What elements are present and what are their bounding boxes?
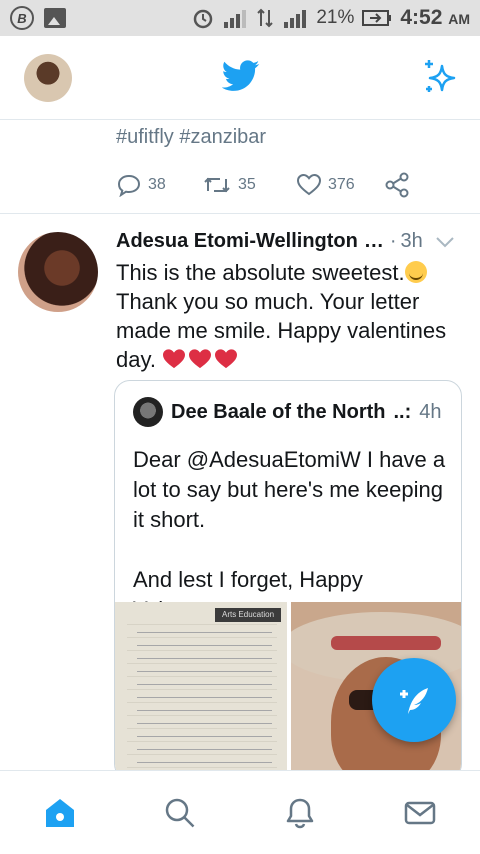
previous-tweet[interactable]: #ufitfly #zanzibar 38 35 376	[0, 120, 480, 214]
red-heart-emoji-icon	[215, 349, 238, 369]
tweet-actions: 38 35 376	[116, 172, 410, 198]
quoted-tweet-header: Dee Baale of the North ..: 4h	[133, 397, 442, 427]
signal-icon	[224, 10, 247, 28]
like-button[interactable]: 376	[296, 173, 384, 197]
share-icon	[385, 172, 409, 198]
sparkle-icon[interactable]	[422, 58, 458, 96]
letter-banner: Arts Education	[215, 608, 281, 622]
nav-home[interactable]	[40, 793, 80, 833]
clock-time: 4:52	[400, 6, 443, 29]
retweet-icon	[204, 177, 230, 193]
quoted-tweet-time: 4h	[419, 400, 442, 423]
battery-icon	[362, 10, 392, 26]
smile-emoji-icon	[404, 261, 427, 283]
home-icon	[46, 799, 74, 827]
heart-outline-icon	[296, 173, 322, 196]
author-avatar[interactable]	[18, 232, 98, 312]
tweet-text: This is the absolute sweetest. Thank you…	[116, 258, 456, 374]
nav-messages[interactable]	[400, 793, 440, 833]
battery-percent: 21%	[316, 7, 355, 28]
reply-button[interactable]: 38	[116, 173, 202, 197]
status-bar: B 21% 4:52 AM	[0, 0, 480, 36]
reply-icon	[117, 174, 141, 197]
tweet-text-line1: This is the absolute sweetest.	[116, 260, 405, 285]
image-icon	[44, 8, 66, 28]
clock: 4:52 AM	[400, 6, 470, 30]
quoted-name-ellipsis: ..:	[393, 400, 412, 423]
b-circle-icon: B	[10, 6, 34, 30]
bell-icon	[286, 798, 314, 829]
letter-handwriting	[137, 632, 272, 772]
separator-dot: ·	[389, 230, 397, 252]
tweet-hashtags[interactable]: #ufitfly #zanzibar	[116, 126, 266, 149]
signal-h-icon	[284, 10, 307, 28]
nav-search[interactable]	[160, 793, 200, 833]
name-ellipsis: …	[363, 230, 384, 252]
quoted-tweet-text: Dear @AdesuaEtomiW I have a lot to say b…	[133, 447, 446, 622]
retweet-button[interactable]: 35	[202, 173, 296, 197]
quoted-author-avatar	[133, 397, 163, 427]
compose-feather-icon	[400, 688, 428, 714]
quoted-author-name: Dee Baale of the North	[171, 400, 386, 423]
chevron-down-icon[interactable]	[435, 235, 455, 249]
tweet-time: 3h	[400, 230, 423, 252]
reply-count: 38	[148, 176, 166, 193]
bottom-nav	[0, 770, 480, 854]
photo-hat-band	[331, 636, 441, 650]
clock-ampm: AM	[448, 11, 470, 27]
twitter-bird-icon	[222, 60, 260, 91]
profile-avatar[interactable]	[24, 54, 72, 102]
tweet-header: Adesua Etomi-Wellington … · 3h	[116, 230, 466, 253]
alarm-icon	[194, 9, 213, 29]
author-name[interactable]: Adesua Etomi-Wellington	[116, 230, 358, 253]
search-icon	[165, 798, 195, 828]
red-heart-emoji-icon	[163, 349, 186, 369]
like-count: 376	[328, 176, 355, 193]
retweet-count: 35	[238, 176, 256, 193]
red-heart-emoji-icon	[189, 349, 212, 369]
share-button[interactable]	[384, 172, 410, 198]
data-arrows-icon	[257, 8, 274, 28]
app-bar	[0, 36, 480, 120]
nav-notifications[interactable]	[280, 793, 320, 833]
compose-tweet-button[interactable]	[372, 658, 456, 742]
letter-photo[interactable]: Arts Education	[115, 602, 287, 779]
envelope-icon	[404, 801, 436, 825]
